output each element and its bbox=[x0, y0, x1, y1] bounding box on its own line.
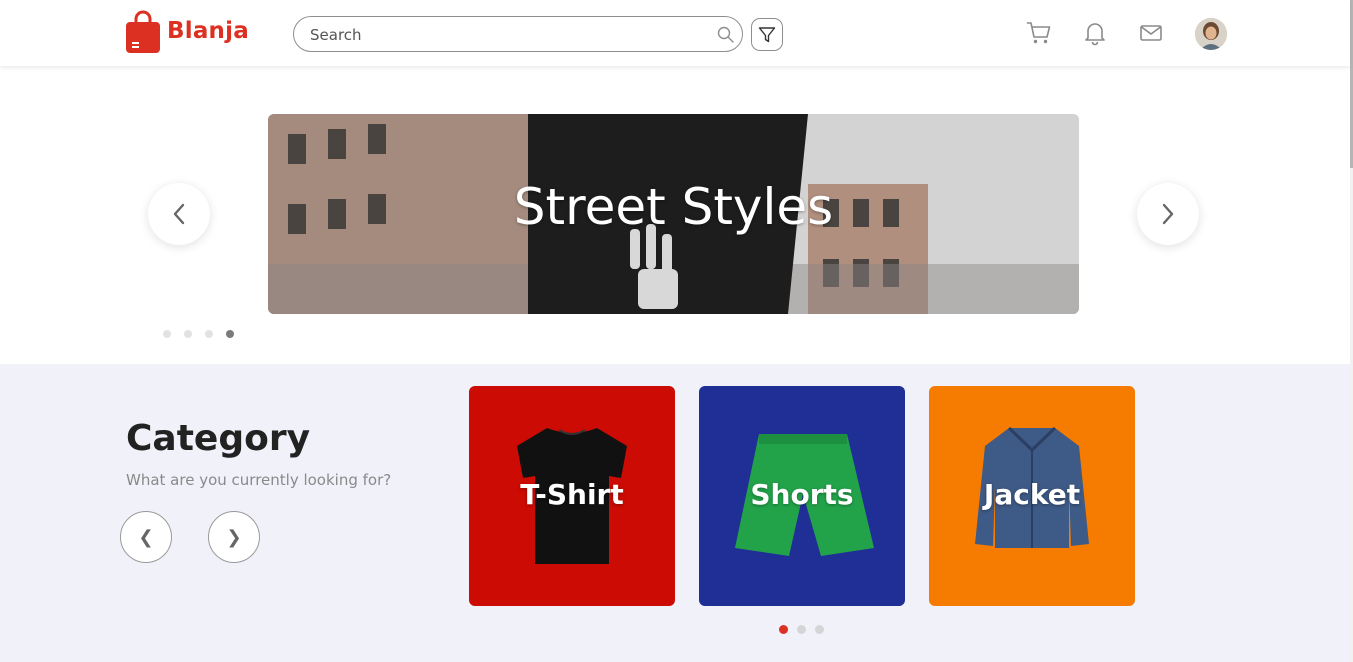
shopping-bag-logo-icon bbox=[126, 10, 160, 53]
category-card-label: Shorts bbox=[750, 478, 854, 511]
category-title: Category bbox=[126, 418, 311, 459]
hero-caption: Street Styles bbox=[513, 178, 834, 236]
category-card-label: T-Shirt bbox=[520, 478, 624, 511]
category-card-tshirt[interactable]: T-Shirt bbox=[469, 386, 675, 606]
mail-icon bbox=[1140, 25, 1162, 41]
hero-dot-2[interactable] bbox=[184, 330, 192, 338]
hero-pagination bbox=[163, 330, 234, 338]
hero-caption-wrap: Street Styles bbox=[268, 178, 1079, 236]
category-prev-button[interactable]: ❮ bbox=[120, 511, 172, 563]
brand-name: Blanja bbox=[167, 18, 249, 44]
hero-dot-1[interactable] bbox=[163, 330, 171, 338]
cart-button[interactable] bbox=[1026, 20, 1052, 46]
filter-icon bbox=[758, 26, 776, 42]
category-dot-2[interactable] bbox=[797, 625, 806, 634]
hero-prev-button[interactable] bbox=[148, 183, 210, 245]
chevron-left-icon bbox=[173, 203, 185, 225]
category-card-label: Jacket bbox=[983, 478, 1081, 511]
category-section bbox=[0, 364, 1350, 662]
search-bar[interactable] bbox=[293, 16, 743, 52]
search-icon[interactable] bbox=[716, 25, 736, 45]
category-pagination bbox=[779, 625, 824, 634]
notification-button[interactable] bbox=[1082, 20, 1108, 46]
hero-next-button[interactable] bbox=[1137, 183, 1199, 245]
category-dot-3[interactable] bbox=[815, 625, 824, 634]
category-dot-1[interactable] bbox=[779, 625, 788, 634]
category-card-jacket[interactable]: Jacket bbox=[929, 386, 1135, 606]
category-card-shorts[interactable]: Shorts bbox=[699, 386, 905, 606]
chevron-right-icon bbox=[1162, 203, 1174, 225]
messages-button[interactable] bbox=[1138, 20, 1164, 46]
cart-icon bbox=[1026, 22, 1051, 44]
filter-button[interactable] bbox=[751, 18, 783, 51]
category-subtitle: What are you currently looking for? bbox=[126, 471, 392, 489]
category-next-button[interactable]: ❯ bbox=[208, 511, 260, 563]
bell-icon bbox=[1085, 23, 1105, 46]
user-avatar-image bbox=[1195, 18, 1227, 50]
hero-dot-4[interactable] bbox=[226, 330, 234, 338]
hero-dot-3[interactable] bbox=[205, 330, 213, 338]
user-avatar[interactable] bbox=[1195, 18, 1227, 50]
brand-logo[interactable]: Blanja bbox=[125, 8, 249, 54]
search-input[interactable] bbox=[310, 24, 700, 46]
top-navbar: Blanja bbox=[0, 0, 1350, 66]
